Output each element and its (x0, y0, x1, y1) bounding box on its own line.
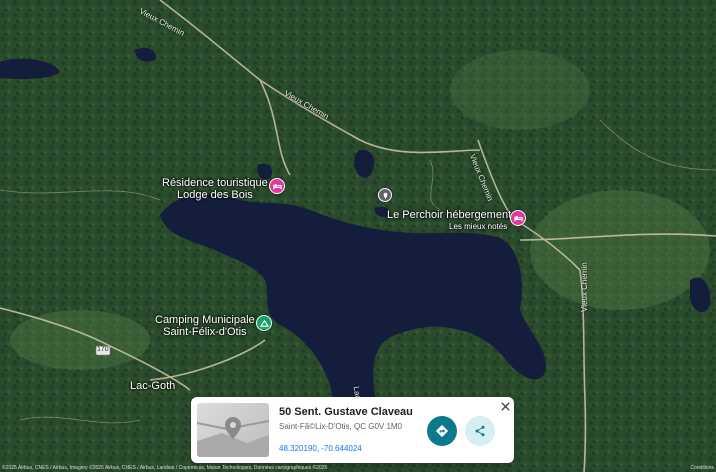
camping-icon[interactable] (256, 315, 272, 331)
place-name: Le Perchoir hébergement (387, 209, 512, 221)
place-subtitle: Les mieux notés (449, 222, 508, 231)
clearing (10, 310, 150, 370)
close-button[interactable] (499, 400, 511, 412)
place-name: Saint-Félix-d'Otis (163, 326, 247, 338)
share-button[interactable] (465, 416, 495, 446)
place-label-camping[interactable]: Camping Municipale Saint-Félix-d'Otis (155, 314, 255, 338)
place-label-lacgoth[interactable]: Lac-Goth (130, 380, 175, 392)
hotel-icon[interactable] (510, 210, 526, 226)
terms-link[interactable]: Conditions (690, 464, 714, 472)
place-name: Résidence touristique (162, 177, 268, 189)
place-marker-icon[interactable] (378, 188, 392, 202)
place-title: 50 Sent. Gustave Claveau (279, 406, 413, 418)
place-name: Lodge des Bois (176, 189, 253, 201)
place-coordinates[interactable]: 48.320190, -70.644024 (279, 444, 362, 453)
directions-icon (435, 424, 449, 438)
directions-button[interactable] (427, 416, 457, 446)
share-icon (475, 425, 485, 437)
place-label-perchoir[interactable]: Le Perchoir hébergement Les mieux notés (387, 209, 511, 233)
clearing (450, 50, 590, 130)
place-label-lodge[interactable]: Résidence touristique Lodge des Bois (162, 177, 268, 201)
place-thumbnail[interactable] (197, 403, 269, 457)
place-info-card[interactable]: 50 Sent. Gustave Claveau Saint-Fã©Lix-D'… (191, 397, 514, 463)
road-label: Vieux Chemin (580, 262, 589, 312)
route-number: 170 (97, 346, 109, 353)
hotel-icon[interactable] (269, 178, 285, 194)
place-name: Camping Municipale (155, 314, 255, 326)
map-attribution: ©2025 Airbus, CNES / Airbus, Imagery ©20… (2, 465, 328, 471)
close-icon (500, 401, 510, 411)
place-address: Saint-Fã©Lix-D'Otis, QC G0V 1M0 (279, 422, 403, 431)
